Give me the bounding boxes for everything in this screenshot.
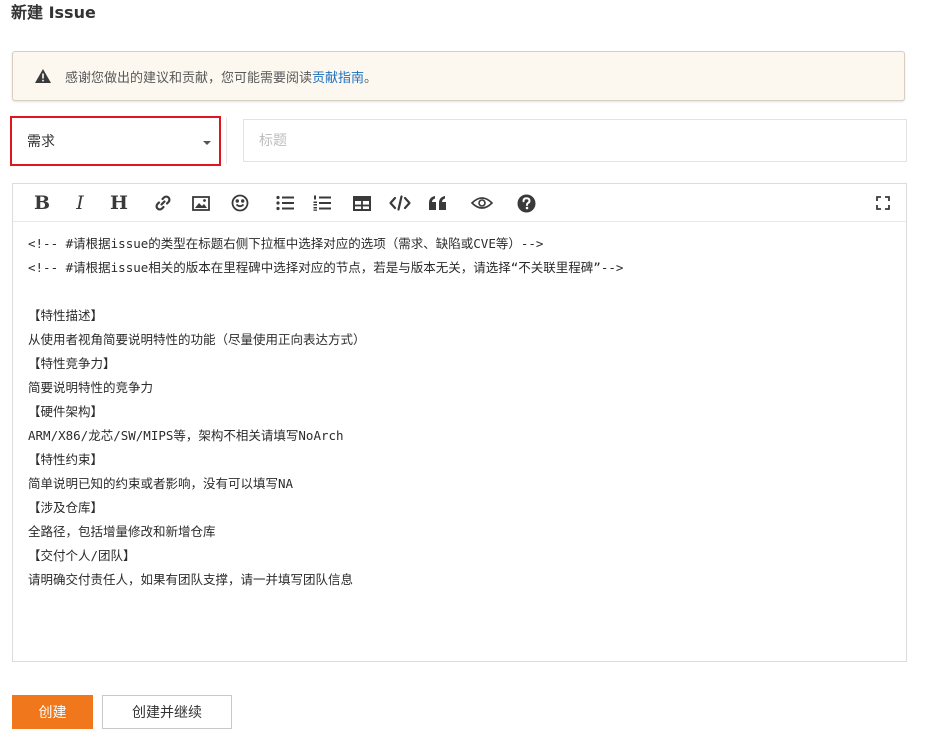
caret-down-icon — [203, 141, 211, 145]
link-icon[interactable] — [152, 192, 174, 214]
question-icon[interactable] — [515, 192, 537, 214]
quote-icon[interactable] — [427, 192, 449, 214]
editor-line: 请明确交付责任人，如果有团队支撑，请一并填写团队信息 — [28, 572, 354, 587]
editor-line: 【特性描述】 — [28, 308, 104, 323]
fullscreen-icon[interactable] — [872, 192, 894, 214]
issue-title-input[interactable] — [243, 119, 907, 162]
issue-type-select[interactable]: 需求 — [10, 116, 221, 166]
editor-line: 【涉及仓库】 — [28, 500, 104, 515]
create-and-continue-button[interactable]: 创建并继续 — [102, 695, 232, 729]
heading-icon[interactable]: H — [108, 192, 130, 214]
editor-line: 【特性约束】 — [28, 452, 104, 467]
image-icon[interactable] — [190, 192, 212, 214]
bulleted-list-icon[interactable] — [274, 192, 296, 214]
editor-toolbar: B I H — [13, 184, 906, 222]
create-button[interactable]: 创建 — [12, 695, 93, 729]
italic-icon[interactable]: I — [69, 192, 91, 214]
page-title: 新建 Issue — [11, 3, 96, 22]
contribution-guide-link[interactable]: 贡献指南 — [312, 67, 364, 86]
select-divider — [226, 118, 229, 164]
editor-line: 全路径，包括增量修改和新增仓库 — [28, 524, 216, 539]
notice-text: 感谢您做出的建议和贡献，您可能需要阅读 — [65, 70, 313, 86]
contribution-notice: 感谢您做出的建议和贡献，您可能需要阅读 贡献指南。 — [12, 51, 905, 101]
editor-line: <!-- #请根据issue相关的版本在里程碑中选择对应的节点，若是与版本无关，… — [28, 260, 624, 275]
editor-line: 【特性竞争力】 — [28, 356, 116, 371]
editor-line: 【交付个人/团队】 — [28, 548, 136, 563]
emoji-icon[interactable] — [229, 192, 251, 214]
editor-line: ARM/X86/龙芯/SW/MIPS等，架构不相关请填写NoArch — [28, 428, 344, 443]
editor-content[interactable]: <!-- #请根据issue的类型在标题右侧下拉框中选择对应的选项（需求、缺陷或… — [28, 232, 896, 592]
warning-icon — [35, 69, 51, 83]
issue-type-value: 需求 — [27, 134, 55, 150]
table-icon[interactable] — [351, 192, 373, 214]
code-icon[interactable] — [389, 192, 411, 214]
editor-line: 【硬件架构】 — [28, 404, 104, 419]
editor-line: 简单说明已知的约束或者影响，没有可以填写NA — [28, 476, 294, 491]
bold-icon[interactable]: B — [31, 192, 53, 214]
markdown-editor: B I H <!-- #请根据issue的类型在标题右侧下拉框中选择对应的选项（… — [12, 183, 907, 662]
eye-icon[interactable] — [471, 192, 493, 214]
editor-line: 简要说明特性的竞争力 — [28, 380, 154, 395]
notice-suffix: 。 — [364, 70, 378, 86]
editor-line: 从使用者视角简要说明特性的功能（尽量使用正向表达方式） — [28, 332, 366, 347]
numbered-list-icon[interactable] — [311, 192, 333, 214]
editor-line: <!-- #请根据issue的类型在标题右侧下拉框中选择对应的选项（需求、缺陷或… — [28, 236, 544, 251]
